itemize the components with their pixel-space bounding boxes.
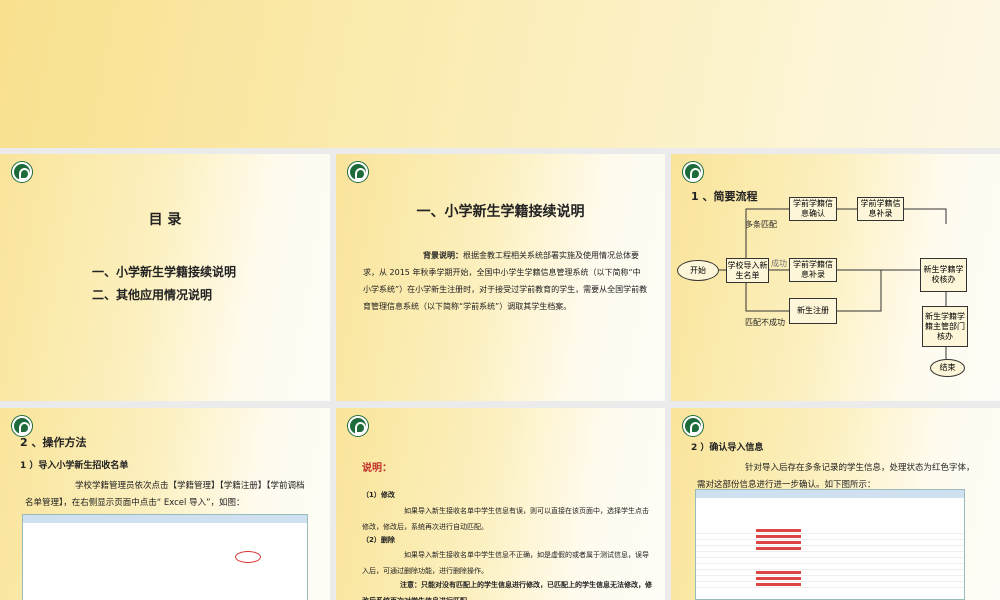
- flow-label-success: 成功: [771, 259, 787, 268]
- slide-thumbnail-6[interactable]: 2 ）确认导入信息 针对导入后存在多条记录的学生信息，处理状态为红色字体，需对这…: [671, 408, 1000, 600]
- flow-school: 新生学籍学校核办: [920, 258, 967, 292]
- slide-thumbnail-2[interactable]: 一、小学新生学籍接续说明 背景说明：根据金教工程相关系统部署实施及使用情况总体要…: [336, 154, 665, 401]
- flow-supp2: 学前学籍信息补录: [789, 258, 837, 282]
- slide-thumbnail-4[interactable]: 2 、操作方法 1 ）导入小学新生招收名单 学校学籍管理员依次点击【学籍管理】【…: [0, 408, 330, 600]
- flow-supp1: 学前学籍信息补录: [857, 197, 904, 221]
- slide-subtitle: 1 ）导入小学新生招收名单: [20, 461, 129, 471]
- toc-item: 一、小学新生学籍接续说明: [92, 265, 237, 279]
- school-logo-icon: [348, 416, 368, 436]
- screenshot-image: [695, 489, 965, 600]
- screenshot-image: [22, 514, 308, 600]
- toc-item: 二、其他应用情况说明: [92, 288, 213, 302]
- flow-import: 学校导入新生名单: [726, 258, 769, 283]
- body-text: 如果导入新生接收名单中学生信息不正确，如是虚假的或者属于测试信息，误导入后，可通…: [362, 551, 649, 575]
- slide-title: 2 ）确认导入信息: [691, 443, 764, 453]
- note-text: 注意：只能对没有匹配上的学生信息进行修改，已匹配上的学生信息无法修改，修改后系统…: [362, 581, 652, 600]
- current-slide-preview[interactable]: [0, 0, 1000, 148]
- slide-title: 说明：: [362, 463, 392, 474]
- slide-title: 一、小学新生学籍接续说明: [416, 204, 585, 220]
- slide-thumbnail-3[interactable]: 1 、简要流程 开始 学校导入新生名单 多条匹配 成功 匹配不成功 学前学籍信息…: [671, 154, 1000, 401]
- school-logo-icon: [12, 162, 32, 182]
- school-logo-icon: [348, 162, 368, 182]
- slide-thumbnail-1[interactable]: 目 录 一、小学新生学籍接续说明 二、其他应用情况说明: [0, 154, 330, 401]
- flow-register: 新生注册: [789, 298, 837, 324]
- flow-label-multi: 多条匹配: [745, 220, 777, 229]
- school-logo-icon: [12, 416, 32, 436]
- flow-confirm: 学前学籍信息确认: [789, 197, 837, 221]
- flow-label-fail: 匹配不成功: [745, 318, 785, 327]
- flow-start: 开始: [677, 260, 719, 281]
- slide-title: 目 录: [148, 212, 182, 228]
- label: 背景说明：: [423, 251, 463, 260]
- body-text: 根据金教工程相关系统部署实施及使用情况总体要求，从 2015 年秋季学期开始，全…: [363, 251, 648, 311]
- flow-end: 结束: [930, 359, 965, 377]
- slide-title: 2 、操作方法: [20, 436, 87, 449]
- school-logo-icon: [683, 416, 703, 436]
- flow-dept: 新生学籍学籍主管部门核办: [922, 306, 968, 347]
- slide-thumbnail-5[interactable]: 说明： （1）修改 如果导入新生接收名单中学生信息有误，则可以直接在该页面中，选…: [336, 408, 665, 600]
- section-heading: （1）修改: [362, 491, 395, 499]
- body-text: 如果导入新生接收名单中学生信息有误，则可以直接在该页面中，选择学生点击修改，修改…: [362, 507, 649, 531]
- body-text: 学校学籍管理员依次点击【学籍管理】【学籍注册】【学前调档名单管理】，在右侧显示页…: [25, 481, 305, 508]
